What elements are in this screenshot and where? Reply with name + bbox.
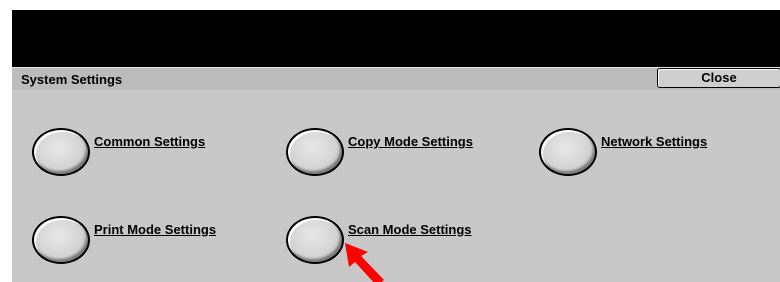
title-bar: System Settings Close (12, 67, 780, 91)
scan-mode-settings-button[interactable] (286, 216, 344, 264)
print-mode-settings-label[interactable]: Print Mode Settings (94, 222, 216, 237)
copy-mode-settings-label[interactable]: Copy Mode Settings (348, 134, 473, 149)
copy-mode-settings-option[interactable]: Copy Mode Settings (286, 128, 473, 176)
common-settings-label[interactable]: Common Settings (94, 134, 205, 149)
network-settings-option[interactable]: Network Settings (539, 128, 707, 176)
device-screen: System Settings Close Common Settings Co… (12, 10, 780, 282)
page-title: System Settings (21, 72, 123, 87)
common-settings-button[interactable] (32, 128, 90, 176)
close-button[interactable]: Close (657, 68, 780, 88)
scan-mode-settings-option[interactable]: Scan Mode Settings (286, 216, 472, 264)
network-settings-label[interactable]: Network Settings (601, 134, 707, 149)
settings-panel: Common Settings Copy Mode Settings Netwo… (12, 90, 780, 282)
print-mode-settings-option[interactable]: Print Mode Settings (32, 216, 216, 264)
network-settings-button[interactable] (539, 128, 597, 176)
copy-mode-settings-button[interactable] (286, 128, 344, 176)
print-mode-settings-button[interactable] (32, 216, 90, 264)
scan-mode-settings-label[interactable]: Scan Mode Settings (348, 222, 472, 237)
common-settings-option[interactable]: Common Settings (32, 128, 205, 176)
